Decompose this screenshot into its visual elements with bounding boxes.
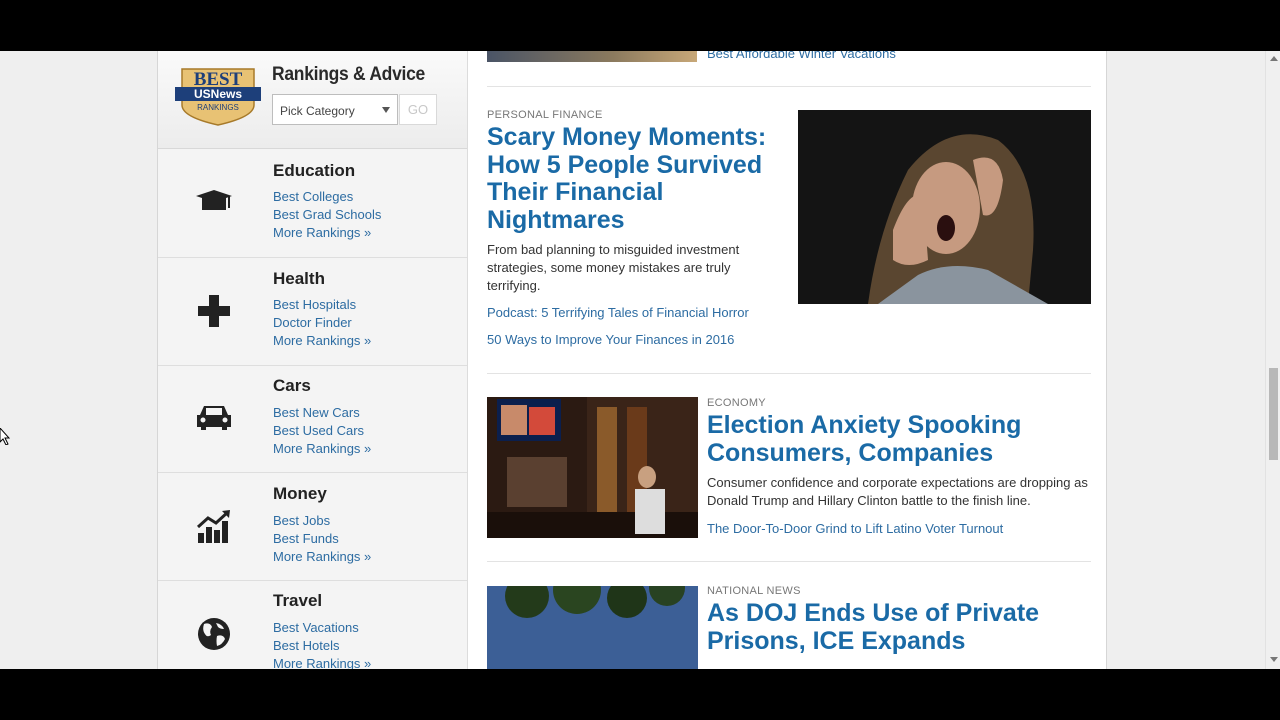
category-link[interactable]: Best New Cars	[273, 405, 360, 420]
related-link[interactable]: Podcast: 5 Terrifying Tales of Financial…	[487, 305, 749, 320]
globe-icon	[198, 618, 230, 650]
go-button[interactable]: GO	[399, 94, 437, 125]
divider	[487, 373, 1091, 374]
category-link[interactable]: Best Hotels	[273, 638, 339, 653]
divider	[487, 561, 1091, 562]
article-kicker[interactable]: NATIONAL NEWS	[707, 585, 801, 597]
rankings-title: Rankings & Advice	[272, 64, 426, 85]
article-image-election-bar[interactable]	[487, 397, 698, 538]
category-health: Health Best Hospitals Doctor Finder More…	[158, 258, 467, 366]
divider	[487, 86, 1091, 87]
graduation-cap-icon	[196, 190, 232, 210]
category-link[interactable]: Best Colleges	[273, 189, 353, 204]
category-travel: Travel Best Vacations Best Hotels More R…	[158, 580, 467, 669]
usnews-rankings-badge-icon: BEST USNews RANKINGS	[175, 68, 261, 126]
category-cars: Cars Best New Cars Best Used Cars More R…	[158, 365, 467, 473]
article-headline[interactable]: Scary Money Moments: How 5 People Surviv…	[487, 123, 787, 234]
category-link[interactable]: Best Used Cars	[273, 423, 364, 438]
badge-sub-text: RANKINGS	[197, 103, 239, 112]
category-link[interactable]: Doctor Finder	[273, 315, 352, 330]
category-title: Money	[273, 484, 327, 503]
article-feed: Best Affordable Winter Vacations PERSONA…	[487, 51, 1091, 669]
vertical-scrollbar[interactable]	[1265, 51, 1280, 669]
category-link[interactable]: Best Vacations	[273, 620, 359, 635]
category-select-value: Pick Category	[280, 104, 355, 118]
category-title: Health	[273, 269, 325, 288]
category-link[interactable]: Best Funds	[273, 531, 339, 546]
more-rankings-link[interactable]: More Rankings »	[273, 549, 371, 564]
article-kicker[interactable]: PERSONAL FINANCE	[487, 109, 603, 121]
category-title: Education	[273, 161, 356, 180]
category-title: Cars	[273, 376, 311, 395]
related-link[interactable]: The Door-To-Door Grind to Lift Latino Vo…	[707, 521, 1003, 536]
more-rankings-link[interactable]: More Rankings »	[273, 333, 371, 348]
category-select[interactable]: Pick Category	[272, 94, 398, 125]
badge-brand-text: USNews	[194, 87, 242, 101]
letterbox-top	[0, 0, 1280, 51]
category-money: Money Best Jobs Best Funds More Rankings…	[158, 473, 467, 581]
article-summary: From bad planning to misguided investmen…	[487, 242, 740, 293]
scroll-down-arrow-icon[interactable]	[1270, 657, 1278, 662]
more-rankings-link[interactable]: More Rankings »	[273, 225, 371, 240]
article-image-prison[interactable]	[487, 586, 698, 669]
article-kicker[interactable]: ECONOMY	[707, 397, 766, 409]
mouse-cursor-icon	[0, 428, 10, 445]
category-title: Travel	[273, 591, 323, 610]
article-headline[interactable]: Election Anxiety Spooking Consumers, Com…	[707, 411, 1091, 467]
more-rankings-link[interactable]: More Rankings »	[273, 656, 371, 669]
rankings-header: BEST USNews RANKINGS Rankings & Advice P…	[158, 51, 467, 149]
page-content: BEST USNews RANKINGS Rankings & Advice P…	[157, 51, 1107, 669]
category-link[interactable]: Best Jobs	[273, 513, 330, 528]
related-link[interactable]: Best Affordable Winter Vacations	[707, 51, 896, 61]
rankings-sidebar: BEST USNews RANKINGS Rankings & Advice P…	[158, 51, 468, 669]
category-education: Education Best Colleges Best Grad School…	[158, 150, 467, 258]
article-image-screaming-woman[interactable]	[798, 110, 1091, 304]
chart-growth-icon	[196, 510, 230, 543]
related-link[interactable]: 50 Ways to Improve Your Finances in 2016	[487, 332, 734, 347]
medical-cross-icon	[198, 295, 230, 327]
article-thumbnail-partial[interactable]	[487, 51, 697, 62]
more-rankings-link[interactable]: More Rankings »	[273, 441, 371, 456]
scrollbar-thumb[interactable]	[1269, 368, 1278, 460]
article-summary: Consumer confidence and corporate expect…	[707, 475, 1088, 508]
category-link[interactable]: Best Grad Schools	[273, 207, 381, 222]
article-headline[interactable]: As DOJ Ends Use of Private Prisons, ICE …	[707, 599, 1091, 655]
browser-viewport: BEST USNews RANKINGS Rankings & Advice P…	[0, 51, 1280, 669]
scroll-up-arrow-icon[interactable]	[1270, 56, 1278, 61]
car-icon	[197, 406, 231, 430]
letterbox-bottom	[0, 669, 1280, 720]
chevron-down-icon	[382, 107, 390, 113]
category-link[interactable]: Best Hospitals	[273, 297, 356, 312]
